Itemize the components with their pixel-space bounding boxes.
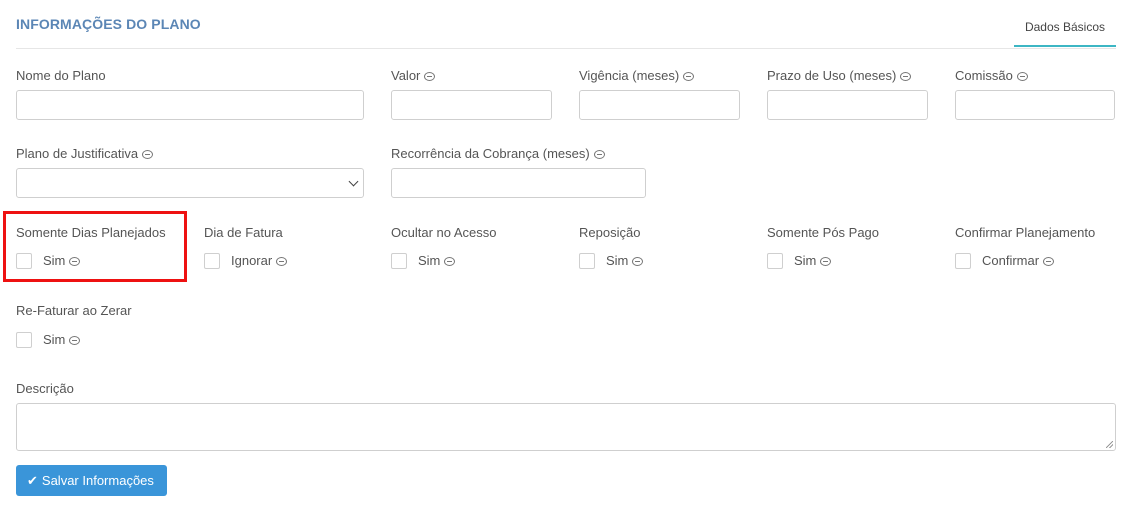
reposicao-label: Reposição [579,225,641,240]
comment-icon[interactable] [444,257,456,266]
comment-icon[interactable] [1043,257,1055,266]
comment-icon[interactable] [593,150,605,159]
highlight-box [3,211,187,282]
chevron-down-icon [348,176,359,187]
vigencia-label: Vigência (meses) [579,68,695,83]
comissao-label: Comissão [955,68,1028,83]
ocultar-acesso-checkbox[interactable] [391,253,407,269]
comment-icon[interactable] [632,257,644,266]
confirmar-planejamento-checkbox[interactable] [955,253,971,269]
valor-label: Valor [391,68,436,83]
somente-pos-pago-label: Somente Pós Pago [767,225,880,240]
reposicao-option[interactable]: Sim [606,253,644,268]
check-icon: ✔ [27,473,38,488]
recorrencia-label: Recorrência da Cobrança (meses) [391,146,605,161]
somente-dias-planejados-label: Somente Dias Planejados [16,225,166,240]
descricao-label: Descrição [16,381,74,396]
vigencia-input[interactable] [579,90,740,120]
re-faturar-label: Re-Faturar ao Zerar [16,303,132,318]
prazo-uso-input[interactable] [767,90,928,120]
save-button[interactable]: ✔ Salvar Informações [16,465,167,496]
confirmar-planejamento-label: Confirmar Planejamento [955,225,1096,240]
comment-icon[interactable] [69,336,81,345]
save-button-label: Salvar Informações [41,473,154,488]
somente-pos-pago-checkbox[interactable] [767,253,783,269]
comment-icon[interactable] [424,72,436,81]
recorrencia-input[interactable] [391,168,646,198]
resize-handle-icon[interactable] [1106,441,1113,448]
prazo-uso-label: Prazo de Uso (meses) [767,68,912,83]
somente-dias-planejados-option[interactable]: Sim [43,253,81,268]
ocultar-acesso-option[interactable]: Sim [418,253,456,268]
page-title: INFORMAÇÕES DO PLANO [16,16,201,32]
confirmar-planejamento-option[interactable]: Confirmar [982,253,1055,268]
comment-icon[interactable] [1016,72,1028,81]
plano-justificativa-select[interactable] [16,168,364,198]
ocultar-acesso-label: Ocultar no Acesso [391,225,497,240]
descricao-textarea[interactable] [16,403,1116,451]
reposicao-checkbox[interactable] [579,253,595,269]
comment-icon[interactable] [900,72,912,81]
valor-input[interactable] [391,90,552,120]
nome-plano-input[interactable] [16,90,364,120]
comissao-input[interactable] [955,90,1115,120]
comment-icon[interactable] [683,72,695,81]
re-faturar-option[interactable]: Sim [43,332,81,347]
dia-fatura-label: Dia de Fatura [204,225,283,240]
tab-dados-basicos[interactable]: Dados Básicos [1014,11,1116,47]
comment-icon[interactable] [820,257,832,266]
header-divider [16,48,1116,49]
comment-icon[interactable] [142,150,154,159]
plano-justificativa-label: Plano de Justificativa [16,146,154,161]
dia-fatura-option[interactable]: Ignorar [231,253,288,268]
comment-icon[interactable] [276,257,288,266]
dia-fatura-checkbox[interactable] [204,253,220,269]
somente-dias-planejados-checkbox[interactable] [16,253,32,269]
comment-icon[interactable] [69,257,81,266]
re-faturar-checkbox[interactable] [16,332,32,348]
nome-plano-label: Nome do Plano [16,68,106,83]
somente-pos-pago-option[interactable]: Sim [794,253,832,268]
